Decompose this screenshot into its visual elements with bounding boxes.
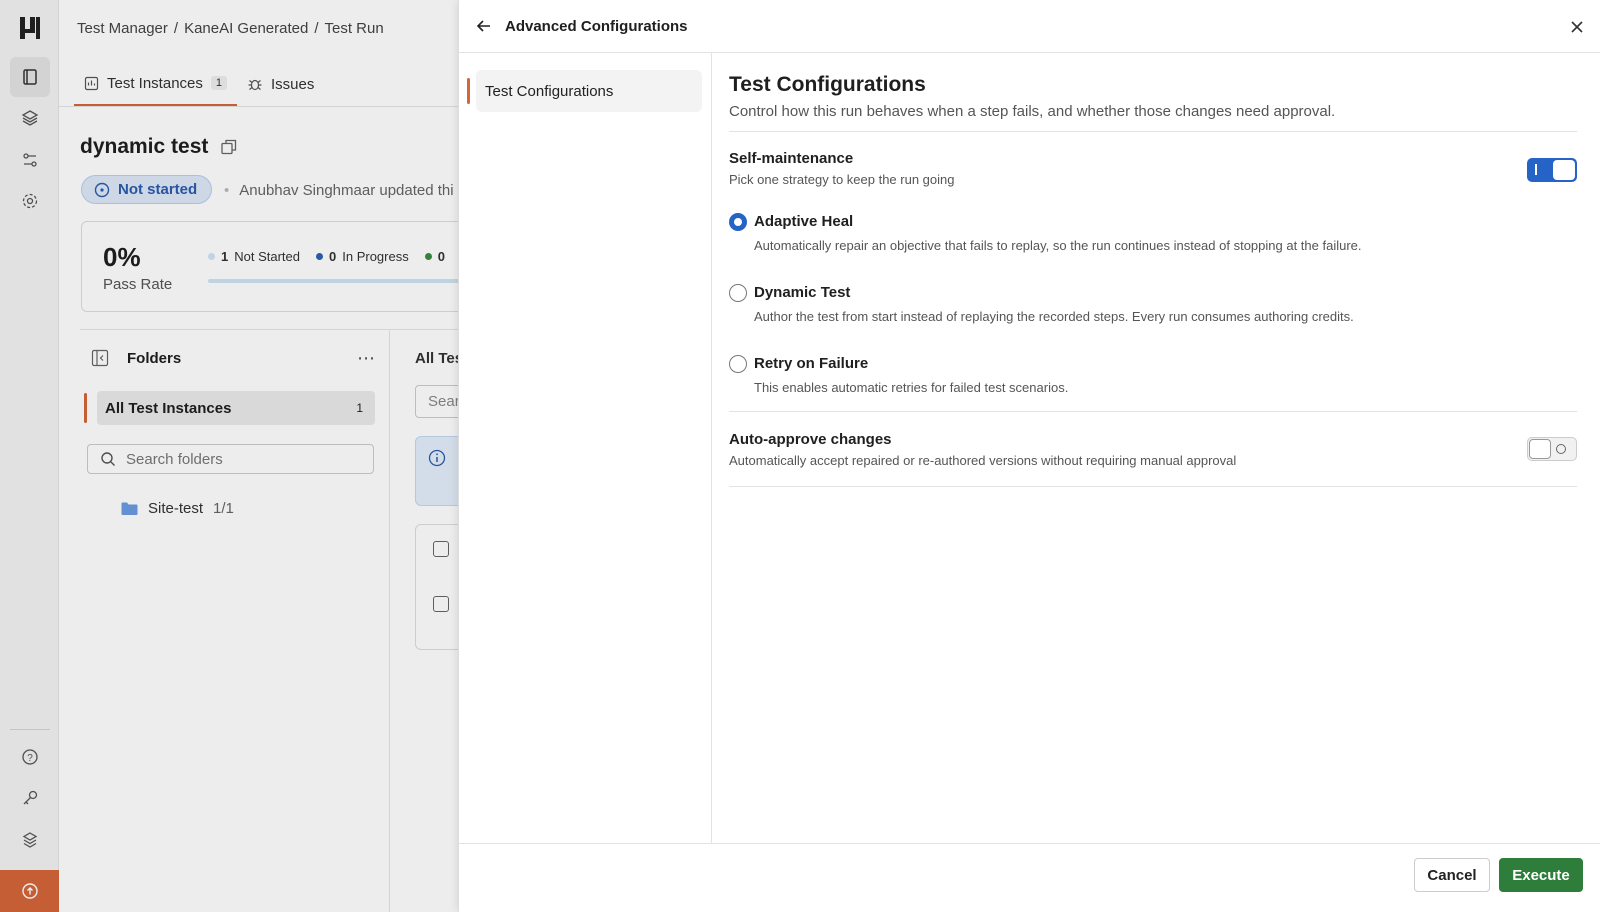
- close-icon[interactable]: [1566, 16, 1588, 38]
- divider: [729, 486, 1577, 487]
- back-arrow-icon[interactable]: [475, 17, 493, 35]
- option-label: Retry on Failure: [754, 355, 869, 372]
- nav-item-test-configurations[interactable]: Test Configurations: [467, 70, 702, 112]
- option-desc: This enables automatic retries for faile…: [754, 380, 1069, 395]
- self-maintenance-desc: Pick one strategy to keep the run going: [729, 172, 955, 187]
- drawer-nav: Test Configurations: [459, 53, 712, 843]
- self-maintenance-title: Self-maintenance: [729, 150, 854, 167]
- auto-approve-title: Auto-approve changes: [729, 431, 892, 448]
- auto-approve-desc: Automatically accept repaired or re-auth…: [729, 453, 1237, 468]
- drawer-footer: Cancel Execute: [459, 843, 1600, 912]
- auto-approve-toggle[interactable]: [1527, 437, 1577, 461]
- radio-dynamic-test[interactable]: [729, 284, 747, 302]
- self-maintenance-toggle[interactable]: [1527, 158, 1577, 182]
- toggle-knob: [1553, 160, 1575, 180]
- advanced-configurations-drawer: Advanced Configurations Test Configurati…: [458, 0, 1600, 912]
- divider: [729, 411, 1577, 412]
- toggle-on-mark: [1535, 164, 1537, 175]
- option-label: Dynamic Test: [754, 284, 851, 301]
- option-desc: Automatically repair an objective that f…: [754, 238, 1362, 253]
- cancel-button[interactable]: Cancel: [1414, 858, 1490, 892]
- toggle-off-mark: [1556, 444, 1566, 454]
- option-desc: Author the test from start instead of re…: [754, 309, 1354, 324]
- option-label: Adaptive Heal: [754, 213, 854, 230]
- section-heading: Test Configurations: [729, 73, 926, 96]
- section-subheading: Control how this run behaves when a step…: [729, 103, 1336, 120]
- divider: [729, 131, 1577, 132]
- radio-adaptive-heal[interactable]: [729, 213, 747, 231]
- drawer-header: Advanced Configurations: [459, 0, 1600, 53]
- drawer-title: Advanced Configurations: [505, 17, 688, 35]
- radio-retry-on-failure[interactable]: [729, 355, 747, 373]
- toggle-knob: [1529, 439, 1551, 459]
- overlay-scrim[interactable]: [0, 0, 458, 912]
- execute-button[interactable]: Execute: [1499, 858, 1583, 892]
